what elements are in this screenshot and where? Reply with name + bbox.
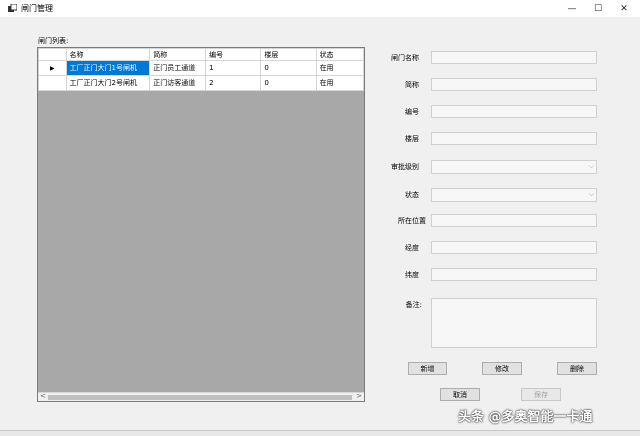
current-row-arrow-icon: ▶ (49, 65, 55, 72)
gate-name-label: 闸门名称 (391, 54, 419, 62)
title-bar: 闸门管理 — ☐ ✕ (0, 0, 640, 17)
table-row[interactable]: ▶ 工厂正门大门1号闸机 正门员工通道 1 0 在用 (38, 60, 364, 76)
minimize-button[interactable]: — (559, 0, 585, 17)
watermark-text: 头条 @多奥智能一卡通 (458, 410, 593, 425)
column-header-name[interactable]: 名称 (65, 48, 151, 61)
longitude-label: 经度 (405, 244, 419, 252)
location-field[interactable] (431, 214, 597, 227)
taskbar-strip (0, 430, 640, 436)
cell-floor[interactable]: 0 (260, 60, 317, 76)
column-header-number[interactable]: 编号 (205, 48, 262, 61)
gate-list-label: 闸门列表: (38, 37, 69, 45)
number-label: 编号 (405, 108, 419, 116)
scroll-left-icon[interactable]: < (40, 392, 46, 400)
scrollbar-thumb[interactable] (48, 395, 352, 400)
chevron-down-icon[interactable]: ⌵ (589, 162, 594, 171)
cancel-button[interactable]: 取消 (440, 388, 480, 401)
cell-short-name[interactable]: 正门访客通道 (149, 75, 207, 91)
cell-name[interactable]: 工厂正门大门1号闸机 (65, 60, 151, 76)
gate-name-field[interactable] (431, 51, 597, 64)
column-header-status[interactable]: 状态 (315, 48, 364, 61)
column-header-floor[interactable]: 楼层 (260, 48, 317, 61)
cell-status[interactable]: 在用 (315, 75, 364, 91)
cell-floor[interactable]: 0 (260, 75, 317, 91)
delete-button[interactable]: 删除 (557, 362, 597, 375)
latitude-label: 纬度 (405, 271, 419, 279)
gate-table: 名称 简称 编号 楼层 状态 ▶ 工厂正门大门1号闸机 正门员工通道 1 0 在… (38, 48, 364, 91)
chevron-down-icon[interactable]: ⌵ (589, 190, 594, 199)
number-field[interactable] (431, 105, 597, 118)
remark-textarea[interactable] (431, 298, 597, 348)
gate-data-grid[interactable]: 名称 简称 编号 楼层 状态 ▶ 工厂正门大门1号闸机 正门员工通道 1 0 在… (37, 47, 365, 402)
floor-field[interactable] (431, 132, 597, 145)
table-header-row: 名称 简称 编号 楼层 状态 (38, 48, 364, 61)
app-window: 闸门管理 — ☐ ✕ 闸门列表: 名称 简称 编号 楼层 状态 ▶ 工厂正门大门… (0, 0, 640, 436)
latitude-field[interactable] (431, 268, 597, 281)
app-icon (8, 4, 17, 12)
cell-name[interactable]: 工厂正门大门2号闸机 (65, 75, 151, 91)
row-selector[interactable] (38, 75, 67, 91)
longitude-field[interactable] (431, 241, 597, 254)
save-button[interactable]: 保存 (521, 388, 561, 401)
cell-number[interactable]: 2 (205, 75, 262, 91)
row-selector[interactable]: ▶ (38, 60, 67, 76)
horizontal-scrollbar[interactable]: < > (38, 392, 364, 401)
short-name-field[interactable] (431, 78, 597, 91)
floor-label: 楼层 (405, 135, 419, 143)
status-label: 状态 (405, 191, 419, 199)
location-label: 所在位置 (398, 217, 426, 225)
row-header-corner (38, 48, 67, 61)
maximize-button[interactable]: ☐ (585, 0, 611, 17)
edit-button[interactable]: 修改 (482, 362, 522, 375)
short-name-label: 简称 (405, 81, 419, 89)
cell-status[interactable]: 在用 (315, 60, 364, 76)
add-button[interactable]: 新增 (408, 362, 447, 375)
cell-short-name[interactable]: 正门员工通道 (149, 60, 207, 76)
scroll-right-icon[interactable]: > (356, 392, 362, 400)
window-title: 闸门管理 (21, 4, 53, 13)
remark-label: 备注: (405, 301, 422, 309)
column-header-short-name[interactable]: 简称 (149, 48, 207, 61)
cell-number[interactable]: 1 (205, 60, 262, 76)
status-select[interactable]: ⌵ (431, 188, 597, 202)
approval-level-label: 审批级别 (391, 163, 419, 171)
approval-level-select[interactable]: ⌵ (431, 160, 597, 174)
table-row[interactable]: 工厂正门大门2号闸机 正门访客通道 2 0 在用 (38, 75, 364, 91)
close-button[interactable]: ✕ (611, 0, 637, 17)
